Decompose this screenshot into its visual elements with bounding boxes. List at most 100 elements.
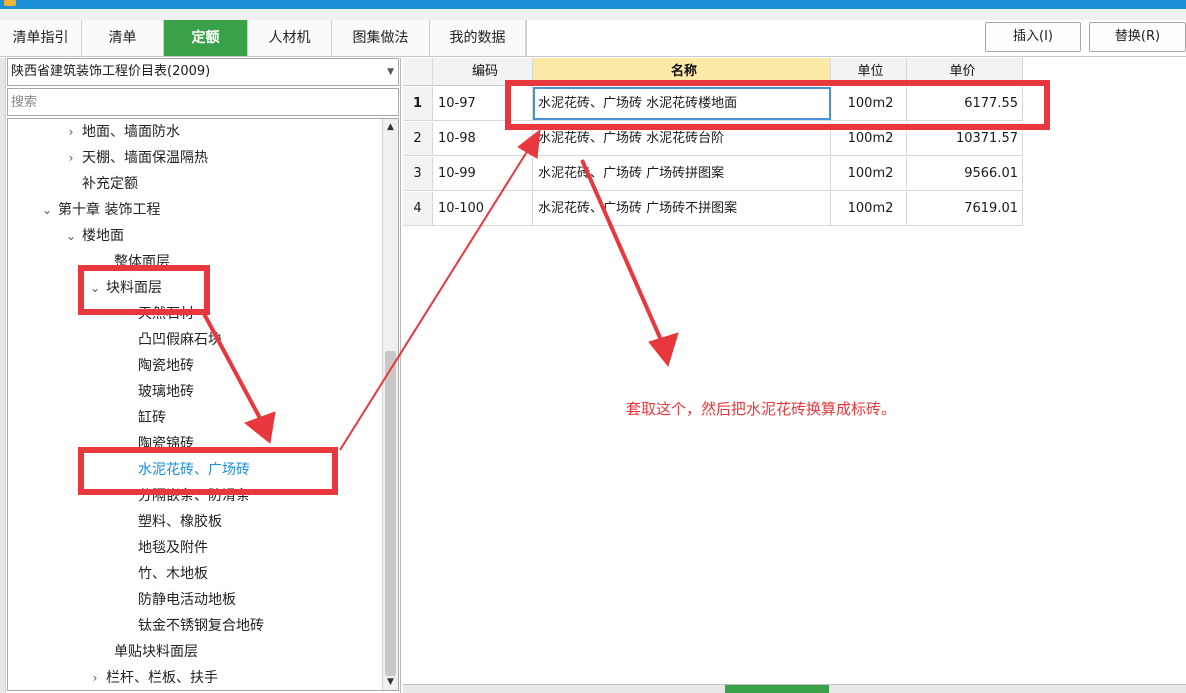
tree-item[interactable]: 陶瓷锦砖 <box>138 431 194 457</box>
tab-bar: 清单指引 清单 定额 人材机 图集做法 我的数据 插入(I) 替换(R) <box>0 9 1186 57</box>
splitter-grip[interactable] <box>725 685 829 693</box>
tree-item[interactable]: 地毯及附件 <box>138 535 208 561</box>
tree-item-label: 防静电活动地板 <box>138 592 236 608</box>
header-name[interactable]: 名称 <box>533 58 831 85</box>
tree-item-label: 凸凹假麻石块 <box>138 332 222 348</box>
tree-item[interactable]: 竹、木地板 <box>138 561 208 587</box>
chevron-right-icon[interactable]: › <box>60 119 82 145</box>
tree-scrollbar[interactable]: ▲ ▼ <box>382 119 398 690</box>
tree-item[interactable]: 天然石材 <box>138 301 194 327</box>
header-price[interactable]: 单价 <box>907 58 1023 85</box>
search-input[interactable] <box>7 88 399 116</box>
scroll-up-icon[interactable]: ▲ <box>383 119 398 135</box>
left-window-edge <box>0 58 6 693</box>
row-price[interactable]: 10371.57 <box>907 122 1023 155</box>
scroll-down-icon[interactable]: ▼ <box>383 674 398 690</box>
grid-splitter[interactable] <box>403 684 1186 693</box>
tree-item-label: 钛金不锈钢复合地砖 <box>138 618 264 634</box>
row-unit[interactable]: 100m2 <box>831 87 907 120</box>
tree-item-label: 整体面层 <box>114 254 170 270</box>
chevron-right-icon[interactable]: › <box>84 665 106 690</box>
row-index: 1 <box>403 87 433 120</box>
table-row[interactable]: 1 10-97 水泥花砖、广场砖 水泥花砖楼地面 100m2 6177.55 <box>403 87 1023 121</box>
tree-item-label: 缸砖 <box>138 410 166 426</box>
tree-item[interactable]: 缸砖 <box>138 405 166 431</box>
tree-item[interactable]: 防静电活动地板 <box>138 587 236 613</box>
tree-item-label: 分隔嵌条、防滑条 <box>138 488 250 504</box>
tree-item[interactable]: 单贴块料面层 <box>114 639 198 665</box>
header-code[interactable]: 编码 <box>433 58 533 85</box>
chevron-down-icon[interactable]: ▼ <box>387 59 394 85</box>
tree-item-label: 块料面层 <box>106 280 162 296</box>
annotation-note: 套取这个，然后把水泥花砖换算成标砖。 <box>626 400 897 418</box>
row-name[interactable]: 水泥花砖、广场砖 广场砖拼图案 <box>533 157 831 190</box>
library-select-value: 陕西省建筑装饰工程价目表(2009) <box>11 64 211 79</box>
tree-item[interactable]: 分隔嵌条、防滑条 <box>138 483 250 509</box>
tab-quota[interactable]: 定额 <box>164 20 248 56</box>
tree-item-label: 第十章 装饰工程 <box>58 202 161 218</box>
library-select[interactable]: 陕西省建筑装饰工程价目表(2009) ▼ <box>7 58 399 86</box>
row-price[interactable]: 6177.55 <box>907 87 1023 120</box>
table-row[interactable]: 2 10-98 水泥花砖、广场砖 水泥花砖台阶 100m2 10371.57 <box>403 122 1023 156</box>
row-code[interactable]: 10-97 <box>433 87 533 120</box>
table-row[interactable]: 3 10-99 水泥花砖、广场砖 广场砖拼图案 100m2 9566.01 <box>403 157 1023 191</box>
row-index: 4 <box>403 192 433 225</box>
row-name[interactable]: 水泥花砖、广场砖 水泥花砖楼地面 <box>533 87 831 120</box>
row-unit[interactable]: 100m2 <box>831 157 907 190</box>
tree-item[interactable]: 玻璃地砖 <box>138 379 194 405</box>
tab-bill[interactable]: 清单 <box>82 20 164 56</box>
row-code[interactable]: 10-98 <box>433 122 533 155</box>
tab-bill-guide[interactable]: 清单指引 <box>0 20 82 56</box>
tree-item-label: 楼地面 <box>82 228 124 244</box>
tree-item[interactable]: › 地面、墙面防水 <box>60 119 180 145</box>
row-price[interactable]: 7619.01 <box>907 192 1023 225</box>
tree-item-label: 天然石材 <box>138 306 194 322</box>
tree-item[interactable]: › 天棚、墙面保温隔热 <box>60 145 208 171</box>
header-index <box>403 58 433 85</box>
tree-item[interactable]: ⌄ 块料面层 <box>84 275 162 301</box>
tree-item-label: 陶瓷地砖 <box>138 358 194 374</box>
tree-item-label: 地毯及附件 <box>138 540 208 556</box>
quota-library-panel: 陕西省建筑装饰工程价目表(2009) ▼ ›地面、墙面防水 ›天棚、墙面保温隔热… <box>0 58 401 693</box>
tree-item[interactable]: 补充定额 <box>82 171 138 197</box>
chevron-right-icon[interactable]: › <box>60 145 82 171</box>
chevron-down-icon[interactable]: ⌄ <box>36 197 58 223</box>
row-price[interactable]: 9566.01 <box>907 157 1023 190</box>
row-index: 2 <box>403 122 433 155</box>
tree-item-label: 陶瓷锦砖 <box>138 436 194 452</box>
tree-item[interactable]: ⌄ 楼地面 <box>60 223 124 249</box>
tree-item[interactable]: 钛金不锈钢复合地砖 <box>138 613 264 639</box>
grid-header: 编码 名称 单位 单价 <box>403 58 1023 86</box>
chapter-tree: › 地面、墙面防水 › 天棚、墙面保温隔热 补充定额 ⌄ 第十章 装饰工程 ⌄ 楼地面 … <box>7 118 399 691</box>
tree-item[interactable]: 整体面层 <box>114 249 170 275</box>
tree-item-label: 天棚、墙面保温隔热 <box>82 150 208 166</box>
replace-button[interactable]: 替换(R) <box>1089 22 1186 52</box>
row-name[interactable]: 水泥花砖、广场砖 广场砖不拼图案 <box>533 192 831 225</box>
tree-item[interactable]: 凸凹假麻石块 <box>138 327 222 353</box>
header-unit[interactable]: 单位 <box>831 58 907 85</box>
tree-item-selected[interactable]: 水泥花砖、广场砖 <box>138 457 250 483</box>
tree-item-label: 单贴块料面层 <box>114 644 198 660</box>
chevron-down-icon[interactable]: ⌄ <box>60 223 82 249</box>
row-code[interactable]: 10-100 <box>433 192 533 225</box>
table-row[interactable]: 4 10-100 水泥花砖、广场砖 广场砖不拼图案 100m2 7619.01 <box>403 192 1023 226</box>
tab-labor-material-machine[interactable]: 人材机 <box>248 20 332 56</box>
app-icon <box>4 0 16 6</box>
scrollbar-thumb[interactable] <box>385 351 396 676</box>
tree-item[interactable]: 塑料、橡胶板 <box>138 509 222 535</box>
row-name[interactable]: 水泥花砖、广场砖 水泥花砖台阶 <box>533 122 831 155</box>
row-unit[interactable]: 100m2 <box>831 122 907 155</box>
tab-atlas-method[interactable]: 图集做法 <box>332 20 430 56</box>
insert-button[interactable]: 插入(I) <box>985 22 1081 52</box>
tree-item-label: 塑料、橡胶板 <box>138 514 222 530</box>
tree-item[interactable]: › 栏杆、栏板、扶手 <box>84 665 218 690</box>
tree-item-label: 玻璃地砖 <box>138 384 194 400</box>
row-index: 3 <box>403 157 433 190</box>
row-unit[interactable]: 100m2 <box>831 192 907 225</box>
row-code[interactable]: 10-99 <box>433 157 533 190</box>
chevron-down-icon[interactable]: ⌄ <box>84 275 106 301</box>
tab-my-data[interactable]: 我的数据 <box>430 20 526 56</box>
tree-item-label: 补充定额 <box>82 176 138 192</box>
tree-item[interactable]: ⌄ 第十章 装饰工程 <box>36 197 160 223</box>
tree-item[interactable]: 陶瓷地砖 <box>138 353 194 379</box>
